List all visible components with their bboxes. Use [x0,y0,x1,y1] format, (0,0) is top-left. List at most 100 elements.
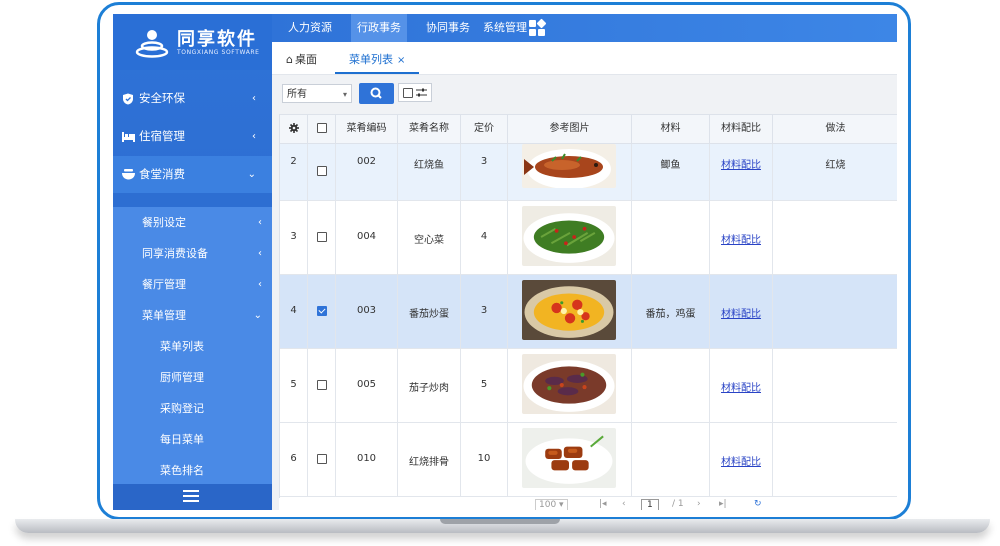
dish-image[interactable] [522,280,616,340]
filter-select[interactable]: 所有 ▾ [282,84,352,103]
dish-image[interactable] [522,354,616,414]
column-header: 做法 [825,123,846,134]
page-size-value: 100 [539,500,557,510]
select-all-checkbox[interactable] [308,115,336,143]
cell-name: 茄子炒肉 [398,349,461,422]
sidebar-item-dormitory[interactable]: 住宿管理 ‹ [113,118,272,155]
page-input[interactable]: 1 [641,499,659,510]
table-row[interactable]: 5 005 茄子炒肉 5 材料配比 [280,349,897,423]
top-menu-hr[interactable]: 人力资源 [282,14,338,42]
table-row[interactable]: 3 004 空心菜 4 材料配比 [280,201,897,275]
leaf-item-label: 菜单列表 [160,340,204,353]
sidebar-item-menu-manage[interactable]: 菜单管理 ⌄ [113,300,272,331]
next-page-icon[interactable]: › [697,499,701,509]
row-checkbox[interactable] [308,275,336,348]
gear-icon[interactable] [280,115,308,143]
cell-code: 005 [336,349,398,422]
row-index: 5 [280,349,308,422]
last-page-icon[interactable]: ▸| [719,499,727,509]
chevron-down-icon: ▾ [342,90,347,99]
sidebar-item-chef[interactable]: 厨师管理 [113,362,272,393]
top-menu-system[interactable]: 系统管理 [477,14,533,42]
chevron-left-icon: ‹ [258,248,262,259]
first-page-icon[interactable]: |◂ [599,499,607,509]
sidebar-item-meal-setting[interactable]: 餐别设定 ‹ [113,207,272,238]
row-index: 6 [280,423,308,496]
cell-price: 3 [461,275,508,348]
material-ratio-link[interactable]: 材料配比 [710,453,772,468]
home-icon: ⌂ [286,53,293,66]
cell-material: 鲫鱼 [632,144,710,200]
cell-name: 红烧排骨 [398,423,461,496]
column-header: 材料配比 [710,115,773,143]
sidebar-item-dish-ranking[interactable]: 菜色排名 [113,455,272,486]
sidebar-item-label: 食堂消费 [139,167,185,181]
page-size-select[interactable]: 100 ▾ [535,499,568,510]
row-checkbox[interactable] [308,349,336,422]
toolbar: 所有 ▾ [276,80,897,112]
checkbox-icon [316,166,327,176]
prev-page-icon[interactable]: ‹ [622,499,626,509]
material-ratio-link[interactable]: 材料配比 [710,379,772,394]
cell-method [773,423,897,496]
dish-table: 菜肴编码 菜肴名称 定价 参考图片 材料 材料配比 做法 2 002 红烧鱼 3 鲫鱼材… [279,114,897,500]
checkbox-icon [316,380,327,390]
material-ratio-link[interactable]: 材料配比 [710,156,772,171]
sub-item-label: 餐别设定 [142,216,186,229]
dish-image[interactable] [522,144,616,188]
column-header: 菜肴编码 [336,115,398,143]
cell-method: 红烧 [825,160,846,171]
column-header: 定价 [461,115,508,143]
close-icon[interactable]: × [397,55,405,66]
shield-icon [122,80,136,117]
sidebar-footer [113,484,272,510]
cell-method [773,275,897,348]
dish-image[interactable] [522,206,616,266]
ratio-cell: 材料配比 [710,349,773,422]
tab-label: 菜单列表 [349,53,393,66]
chevron-left-icon: ‹ [252,131,256,142]
sub-item-label: 餐厅管理 [142,278,186,291]
cell-code: 010 [336,423,398,496]
chevron-down-icon: ⌄ [247,169,256,180]
column-toggle-button[interactable] [398,83,432,102]
sidebar-item-safety[interactable]: 安全环保 ‹ [113,80,272,117]
apps-grid-icon[interactable] [529,18,547,36]
sidebar-item-daily-menu[interactable]: 每日菜单 [113,424,272,455]
dish-image[interactable] [522,428,616,488]
dish-image-cell [508,144,632,200]
sidebar-submenu: 餐别设定 ‹ 同享消费设备 ‹ 餐厅管理 ‹ 菜单管理 ⌄ 菜单列表 厨师管理 [113,207,272,497]
leaf-item-label: 菜色排名 [160,464,204,477]
collapse-sidebar-icon[interactable] [183,490,199,504]
table-row[interactable]: 6 010 红烧排骨 10 材料配比 [280,423,897,497]
row-checkbox[interactable] [308,201,336,274]
leaf-item-label: 每日菜单 [160,433,204,446]
row-index: 3 [280,201,308,274]
material-ratio-link[interactable]: 材料配比 [710,231,772,246]
sidebar-item-consume-device[interactable]: 同享消费设备 ‹ [113,238,272,269]
cell-price: 10 [461,423,508,496]
top-menu-admin[interactable]: 行政事务 [351,14,407,42]
sidebar-item-purchase[interactable]: 采购登记 [113,393,272,424]
brand-logo[interactable]: 同享软件 TONGXIANG SOFTWARE [113,14,272,70]
checkbox-icon [316,454,327,464]
sliders-icon [416,88,427,97]
cell-material [632,349,710,422]
sidebar-item-menu-list[interactable]: 菜单列表 [113,331,272,362]
sidebar-item-restaurant[interactable]: 餐厅管理 ‹ [113,269,272,300]
tab-menu-list[interactable]: 菜单列表 × [335,42,420,74]
table-row[interactable]: 4 003 番茄炒蛋 3 番茄，鸡蛋 材料配比 [280,275,897,349]
sidebar-item-canteen[interactable]: 食堂消费 ⌄ [113,156,272,193]
tab-desktop[interactable]: ⌂ 桌面 [286,42,317,74]
search-button[interactable] [359,83,394,104]
table-row[interactable]: 2 002 红烧鱼 3 鲫鱼 材料配比 红烧 [280,144,897,201]
leaf-item-label: 厨师管理 [160,371,204,384]
row-checkbox[interactable] [308,144,336,200]
refresh-icon[interactable]: ↻ [754,499,762,509]
top-menu-collab[interactable]: 协同事务 [420,14,476,42]
row-checkbox[interactable] [308,423,336,496]
chevron-left-icon: ‹ [258,279,262,290]
material-ratio-link[interactable]: 材料配比 [710,305,772,320]
filter-select-value: 所有 [287,89,307,100]
tab-bar: ⌂ 桌面 菜单列表 × [272,42,897,75]
